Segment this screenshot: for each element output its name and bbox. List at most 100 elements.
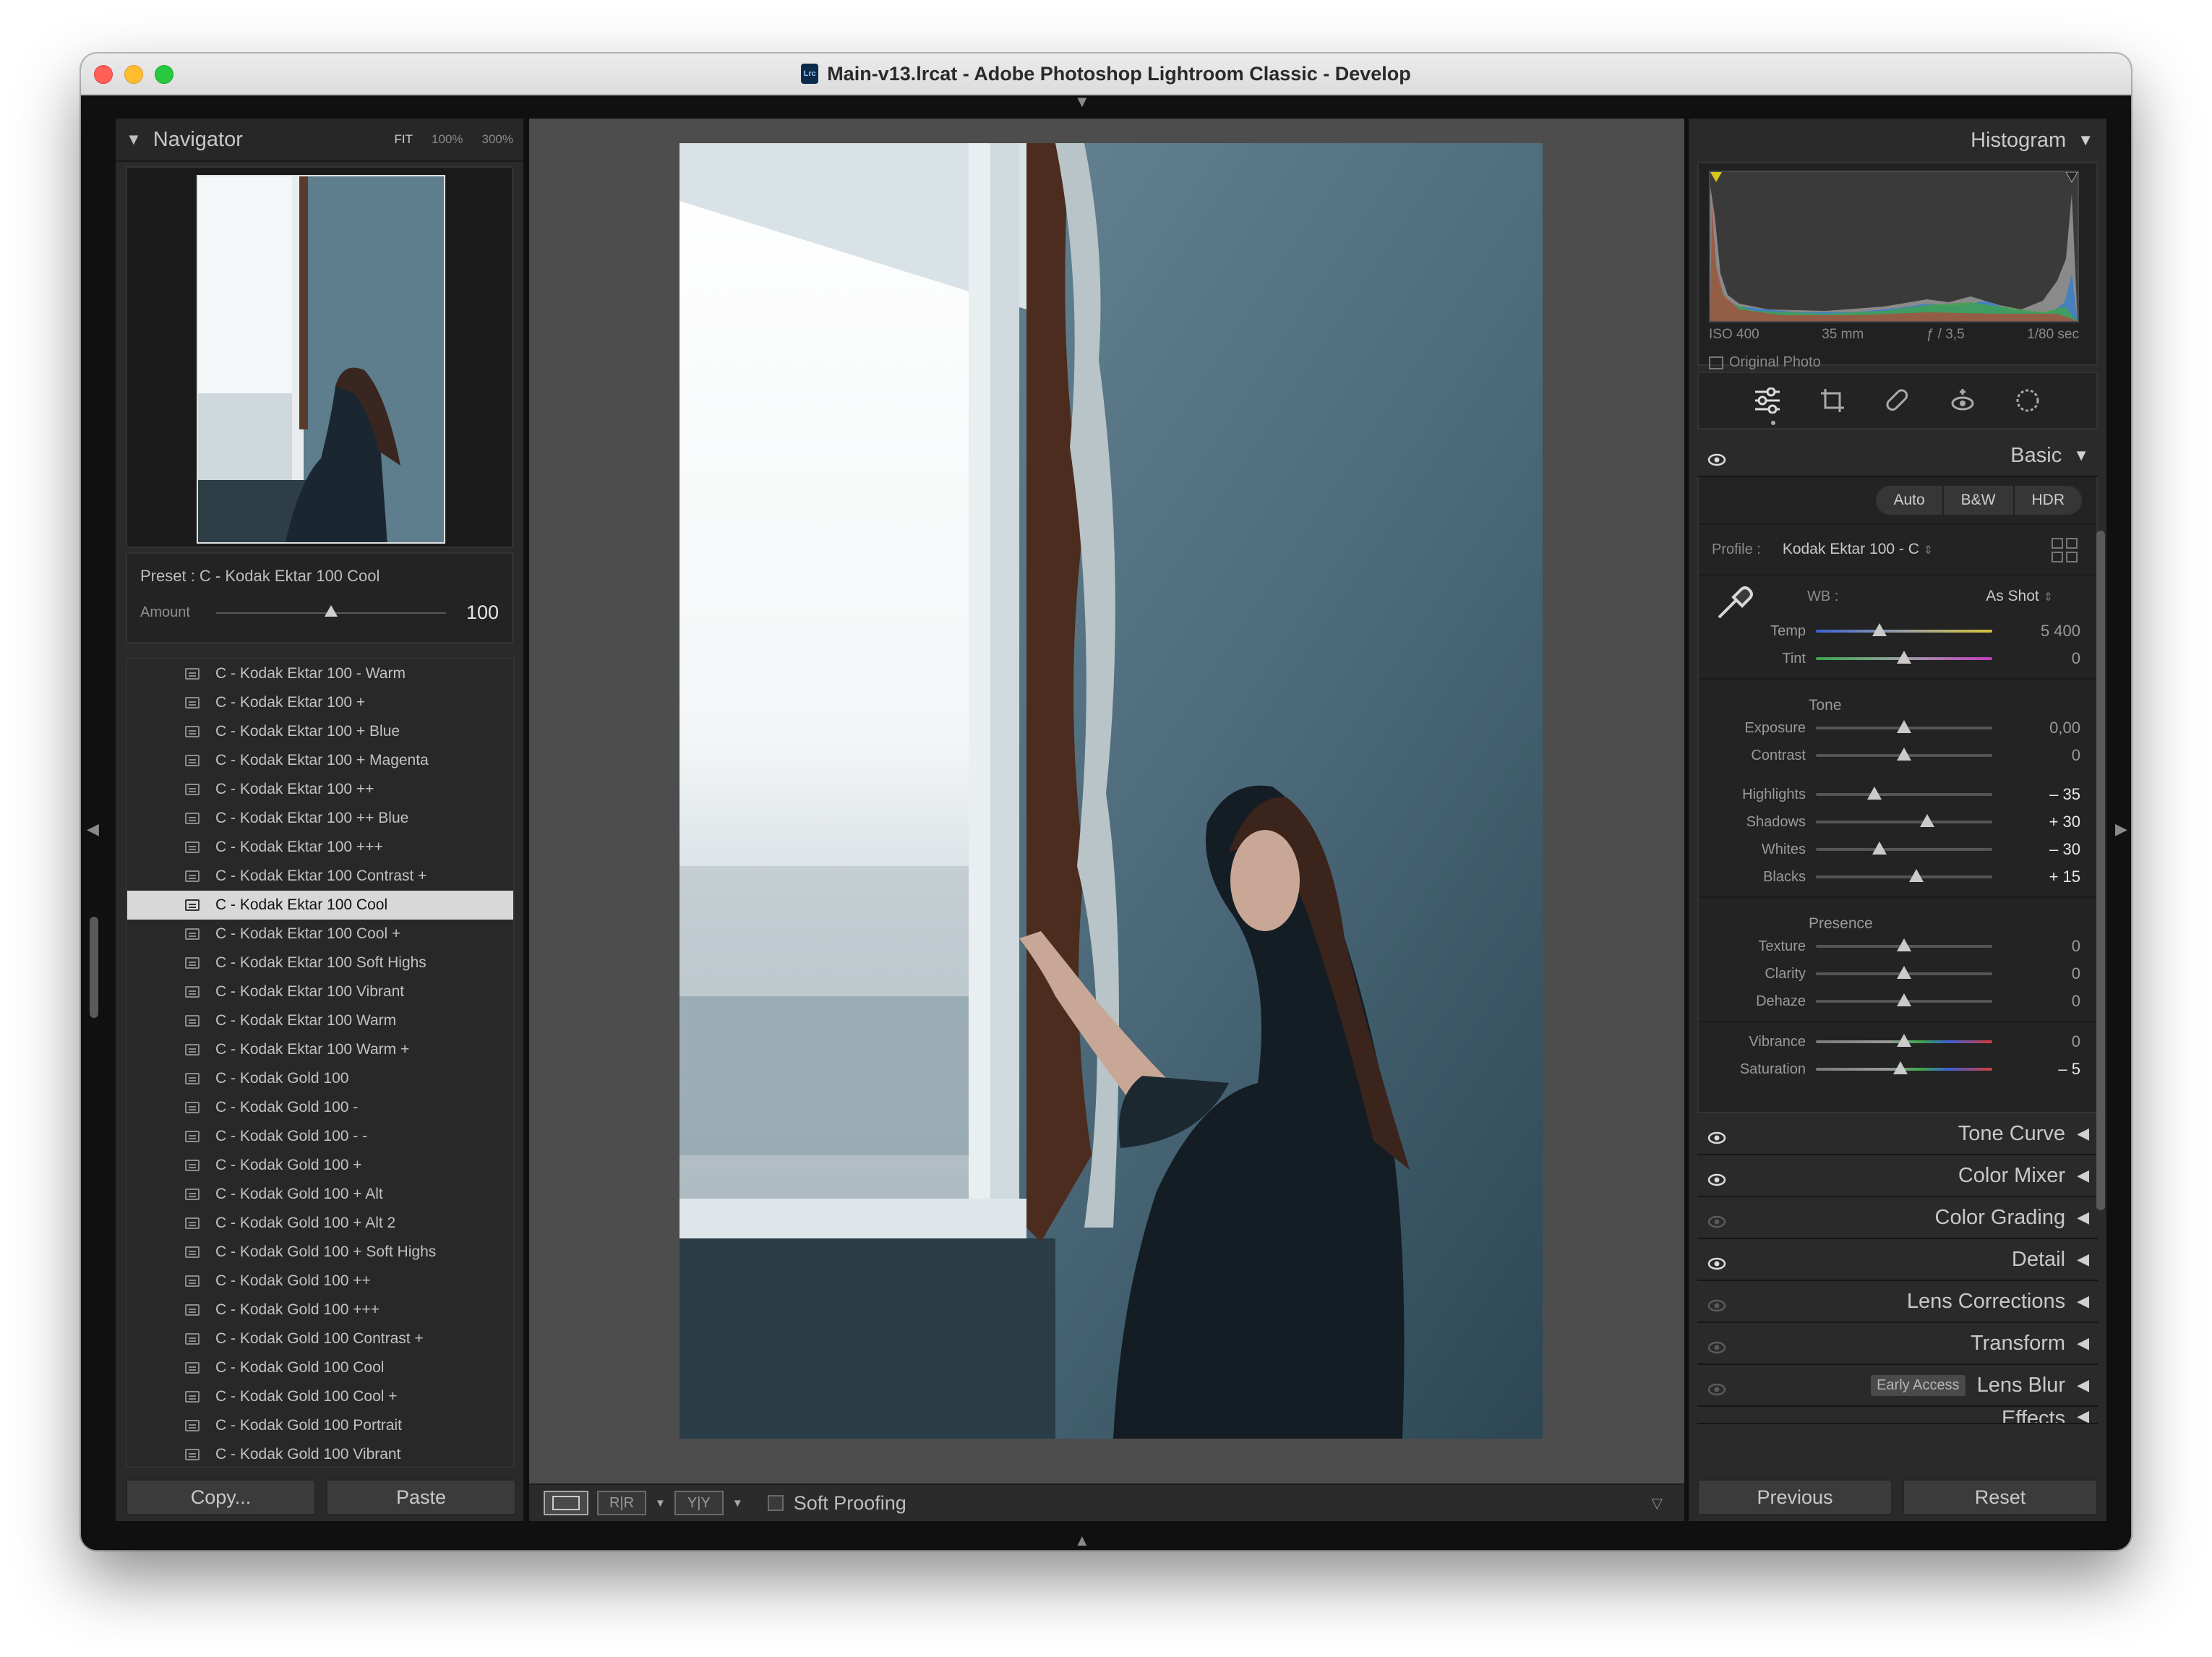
preset-list-item[interactable]: C - Kodak Ektar 100 - Warm [127,659,513,688]
main-photo[interactable] [680,143,1543,1439]
preset-list-item[interactable]: C - Kodak Gold 100 - - [127,1122,513,1151]
slider-knob[interactable] [1893,1061,1908,1074]
eye-icon[interactable] [1707,1210,1726,1234]
preset-list-item[interactable]: C - Kodak Ektar 100 Cool [127,891,513,920]
zoom-300-option[interactable]: 300% [482,132,513,147]
slider-value[interactable]: – 35 [2049,785,2080,804]
slider-track[interactable] [1816,814,1992,827]
eye-icon[interactable] [1707,1378,1726,1402]
preset-list-item[interactable]: C - Kodak Gold 100 ++ [127,1267,513,1296]
slider-knob[interactable] [1897,651,1911,664]
slider-value[interactable]: 0,00 [2049,719,2080,737]
slider-knob[interactable] [1897,993,1911,1006]
navigator-preview[interactable] [126,166,513,548]
preset-list-item[interactable]: C - Kodak Ektar 100 Vibrant [127,977,513,1006]
slider-value[interactable]: – 30 [2049,840,2080,859]
slider-track[interactable] [1816,720,1992,733]
slider-track[interactable] [1816,1061,1992,1074]
slider-track[interactable] [1816,938,1992,951]
slider-knob[interactable] [1897,938,1911,951]
red-eye-tool[interactable] [1948,386,1977,415]
slider-value[interactable]: + 15 [2049,868,2080,886]
section-header-color-grading[interactable]: Color Grading ◀ [1697,1197,2098,1239]
slider-track[interactable] [1816,993,1992,1006]
preset-list-item[interactable]: C - Kodak Gold 100 [127,1064,513,1093]
navigator-thumbnail[interactable] [197,175,445,544]
eye-icon[interactable] [1707,1420,1726,1423]
profile-browser-grid-icon[interactable] [2052,538,2078,562]
eye-icon[interactable] [1707,1294,1726,1318]
navigator-header[interactable]: ▼ Navigator FIT 100% 300% [116,119,523,162]
amount-value[interactable]: 100 [466,601,499,624]
slider-knob[interactable] [1897,1034,1911,1047]
edit-sliders-tool[interactable] [1753,386,1782,415]
slider-track[interactable] [1816,623,1992,636]
original-photo-toggle[interactable]: Original Photo [1709,354,1821,371]
preset-list-item[interactable]: C - Kodak Gold 100 Contrast + [127,1324,513,1353]
section-header-color-mixer[interactable]: Color Mixer ◀ [1697,1155,2098,1197]
preset-list-item[interactable]: C - Kodak Gold 100 Portrait [127,1411,513,1440]
preset-list-item[interactable]: C - Kodak Gold 100 + Alt [127,1180,513,1209]
hdr-button[interactable]: HDR [2014,486,2082,515]
slider-value[interactable]: 0 [2072,746,2080,765]
close-window-button[interactable] [94,65,113,84]
preset-list-item[interactable]: C - Kodak Ektar 100 Soft Highs [127,949,513,977]
amount-slider-knob[interactable] [324,604,338,617]
preset-list-item[interactable]: C - Kodak Gold 100 Cool + [127,1382,513,1411]
eye-icon[interactable] [1707,448,1726,472]
soft-proofing-toggle[interactable]: Soft Proofing [767,1492,906,1515]
slider-value[interactable]: 5 400 [2041,622,2080,641]
healing-tool[interactable] [1883,386,1912,415]
slider-value[interactable]: 0 [2072,649,2080,668]
section-header-lens-blur[interactable]: Early Access Lens Blur ◀ [1697,1365,2098,1407]
toolbar-menu-icon[interactable]: ▽ [1652,1494,1663,1512]
preset-list-item[interactable]: C - Kodak Gold 100 + [127,1151,513,1180]
slider-knob[interactable] [1872,842,1887,855]
preset-list-item[interactable]: C - Kodak Ektar 100 + [127,688,513,717]
section-header-effects[interactable]: Effects ◀ [1697,1407,2098,1424]
before-after-dropdown-icon[interactable]: ▼ [655,1497,666,1510]
slider-track[interactable] [1816,1034,1992,1047]
crop-tool[interactable] [1818,386,1847,415]
preset-list-item[interactable]: C - Kodak Ektar 100 ++ Blue [127,804,513,833]
copy-settings-button[interactable]: Copy... [126,1479,316,1515]
left-panel-toggle-icon[interactable]: ◀ [87,820,99,839]
eye-icon[interactable] [1707,1168,1726,1192]
slider-value[interactable]: 0 [2072,964,2080,983]
slider-track[interactable] [1816,869,1992,882]
slider-knob[interactable] [1919,814,1934,827]
slider-track[interactable] [1816,966,1992,979]
zoom-100-option[interactable]: 100% [432,132,463,147]
preset-list-item[interactable]: C - Kodak Gold 100 + Alt 2 [127,1209,513,1238]
slider-knob[interactable] [1866,787,1882,800]
histogram-graph[interactable] [1709,171,2079,322]
histogram-header[interactable]: Histogram ▼ [1689,119,2106,162]
slider-knob[interactable] [1909,869,1924,882]
section-header-lens-corrections[interactable]: Lens Corrections ◀ [1697,1281,2098,1323]
wb-dropdown[interactable]: As Shot ⇕ [1986,588,2053,605]
slider-track[interactable] [1816,787,1992,800]
before-after-view-button[interactable]: R|R [597,1491,646,1515]
preset-list-item[interactable]: C - Kodak Gold 100 Vibrant [127,1440,513,1466]
preset-list-item[interactable]: C - Kodak Ektar 100 Warm [127,1006,513,1035]
eye-icon[interactable] [1707,1126,1726,1150]
slider-knob[interactable] [1897,966,1911,979]
paste-settings-button[interactable]: Paste [326,1479,516,1515]
white-balance-picker-icon[interactable] [1712,580,1755,623]
eye-icon[interactable] [1707,1336,1726,1360]
left-scrollbar[interactable] [90,917,98,1018]
slider-knob[interactable] [1897,720,1911,733]
bottom-panel-toggle-icon[interactable]: ▲ [1074,1531,1090,1550]
amount-slider[interactable] [215,604,446,617]
profile-dropdown[interactable]: Kodak Ektar 100 - C ⇕ [1783,541,1933,558]
black-and-white-button[interactable]: B&W [1943,486,2015,515]
preset-list-item[interactable]: C - Kodak Gold 100 - [127,1093,513,1122]
slider-value[interactable]: – 5 [2058,1060,2080,1079]
slider-track[interactable] [1816,748,1992,761]
before-after-split-button[interactable]: Y|Y [674,1491,724,1515]
right-scrollbar[interactable] [2096,531,2105,1210]
preset-list-item[interactable]: C - Kodak Ektar 100 Contrast + [127,862,513,891]
soft-proofing-checkbox[interactable] [767,1495,784,1511]
auto-button[interactable]: Auto [1876,486,1944,515]
zoom-window-button[interactable] [155,65,173,84]
